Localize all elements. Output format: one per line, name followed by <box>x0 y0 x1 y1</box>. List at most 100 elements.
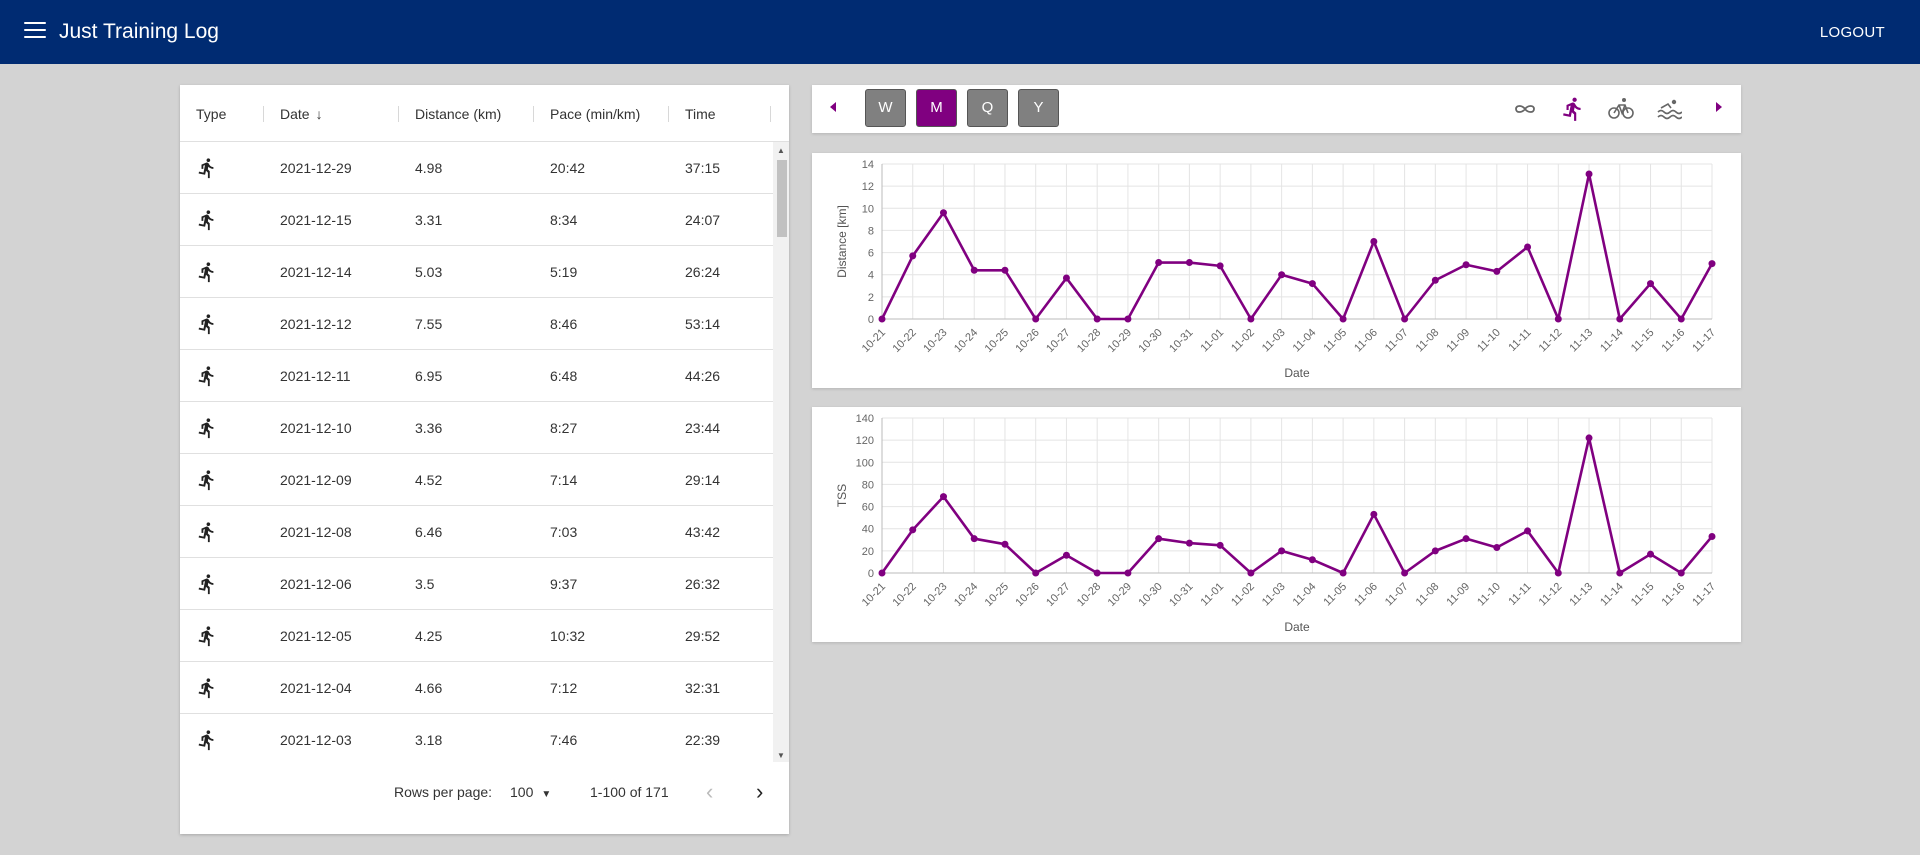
data-point[interactable] <box>1216 262 1224 270</box>
data-point[interactable] <box>1370 510 1378 518</box>
data-point[interactable] <box>1493 544 1501 552</box>
table-body: 2021-12-29 4.98 20:42 37:15 2021-12-15 3.31 8:… <box>180 142 773 762</box>
app-bar: Just Training Log LOGOUT <box>0 0 1920 64</box>
data-point[interactable] <box>970 266 978 274</box>
cell-distance: 6.46 <box>415 524 443 540</box>
logout-button[interactable]: LOGOUT <box>1820 24 1885 41</box>
data-point[interactable] <box>1401 569 1409 577</box>
period-week-button[interactable]: W <box>865 89 906 127</box>
data-point[interactable] <box>1616 569 1624 577</box>
cell-time: 26:32 <box>685 576 721 592</box>
data-point[interactable] <box>1308 280 1316 288</box>
data-point[interactable] <box>909 526 917 534</box>
previous-period-button[interactable] <box>830 102 836 112</box>
data-point[interactable] <box>1493 267 1501 275</box>
data-point[interactable] <box>1401 315 1409 323</box>
data-point[interactable] <box>1001 266 1009 274</box>
data-point[interactable] <box>1032 569 1040 577</box>
column-header-time[interactable]: Time <box>685 106 716 122</box>
data-point[interactable] <box>1462 535 1470 543</box>
data-point[interactable] <box>1062 274 1070 282</box>
data-point[interactable] <box>1278 271 1286 279</box>
data-point[interactable] <box>939 209 947 217</box>
table-row[interactable]: 2021-12-06 3.5 9:37 26:32 <box>180 558 773 610</box>
data-point[interactable] <box>878 569 886 577</box>
data-point[interactable] <box>1554 315 1562 323</box>
rows-per-page-select[interactable]: 100 ▼ <box>510 784 551 800</box>
data-point[interactable] <box>1647 550 1655 558</box>
column-header-pace[interactable]: Pace (min/km) <box>550 106 640 122</box>
menu-icon[interactable] <box>24 22 46 42</box>
data-point[interactable] <box>1370 238 1378 245</box>
data-point[interactable] <box>1216 541 1224 549</box>
x-tick-label: 10-23 <box>921 581 949 609</box>
data-point[interactable] <box>1032 315 1040 323</box>
data-point[interactable] <box>970 535 978 543</box>
bike-icon[interactable] <box>1608 96 1634 122</box>
data-point[interactable] <box>1708 532 1716 540</box>
table-row[interactable]: 2021-12-09 4.52 7:14 29:14 <box>180 454 773 506</box>
period-month-button[interactable]: M <box>916 89 957 127</box>
table-row[interactable]: 2021-12-08 6.46 7:03 43:42 <box>180 506 773 558</box>
data-point[interactable] <box>1431 547 1439 555</box>
period-year-button[interactable]: Y <box>1018 89 1059 127</box>
period-quarter-button[interactable]: Q <box>967 89 1008 127</box>
data-point[interactable] <box>1647 280 1655 288</box>
data-point[interactable] <box>1677 315 1685 323</box>
data-point[interactable] <box>1093 569 1101 577</box>
data-point[interactable] <box>878 315 886 323</box>
data-point[interactable] <box>1616 315 1624 323</box>
data-point[interactable] <box>1339 569 1347 577</box>
run-icon[interactable] <box>1560 96 1586 122</box>
data-point[interactable] <box>1185 539 1193 547</box>
scroll-down-icon[interactable]: ▼ <box>777 751 785 760</box>
table-row[interactable]: 2021-12-10 3.36 8:27 23:44 <box>180 402 773 454</box>
table-row[interactable]: 2021-12-11 6.95 6:48 44:26 <box>180 350 773 402</box>
x-tick-label: 11-09 <box>1444 327 1472 355</box>
data-point[interactable] <box>1308 556 1316 564</box>
data-point[interactable] <box>1247 569 1255 577</box>
column-header-distance[interactable]: Distance (km) <box>415 106 501 122</box>
x-tick-label: 11-03 <box>1260 581 1288 609</box>
next-page-button[interactable]: › <box>756 779 763 805</box>
column-header-date[interactable]: Date ↓ <box>280 106 323 122</box>
scroll-up-icon[interactable]: ▲ <box>777 146 785 155</box>
table-row[interactable]: 2021-12-12 7.55 8:46 53:14 <box>180 298 773 350</box>
scroll-thumb[interactable] <box>777 160 787 237</box>
data-point[interactable] <box>1001 540 1009 548</box>
data-point[interactable] <box>1155 535 1163 543</box>
previous-page-button[interactable]: ‹ <box>706 779 713 805</box>
column-header-type[interactable]: Type <box>196 106 226 122</box>
table-row[interactable]: 2021-12-05 4.25 10:32 29:52 <box>180 610 773 662</box>
swim-icon[interactable] <box>1656 96 1682 122</box>
cell-date: 2021-12-04 <box>280 680 352 696</box>
table-scrollbar[interactable]: ▲ ▼ <box>773 142 789 762</box>
data-point[interactable] <box>939 493 947 501</box>
table-row[interactable]: 2021-12-14 5.03 5:19 26:24 <box>180 246 773 298</box>
data-point[interactable] <box>1247 315 1255 323</box>
data-point[interactable] <box>909 252 917 260</box>
table-row[interactable]: 2021-12-29 4.98 20:42 37:15 <box>180 142 773 194</box>
data-point[interactable] <box>1677 569 1685 577</box>
table-row[interactable]: 2021-12-15 3.31 8:34 24:07 <box>180 194 773 246</box>
table-row[interactable]: 2021-12-03 3.18 7:46 22:39 <box>180 714 773 762</box>
data-point[interactable] <box>1278 547 1286 555</box>
table-row[interactable]: 2021-12-04 4.66 7:12 32:31 <box>180 662 773 714</box>
data-point[interactable] <box>1185 259 1193 267</box>
data-point[interactable] <box>1585 434 1593 442</box>
data-point[interactable] <box>1708 260 1716 268</box>
data-point[interactable] <box>1524 527 1532 535</box>
data-point[interactable] <box>1524 243 1532 251</box>
data-point[interactable] <box>1093 315 1101 323</box>
data-point[interactable] <box>1062 551 1070 559</box>
data-point[interactable] <box>1124 569 1132 577</box>
data-point[interactable] <box>1462 261 1470 269</box>
data-point[interactable] <box>1124 315 1132 323</box>
data-point[interactable] <box>1339 315 1347 323</box>
next-period-button[interactable] <box>1716 102 1722 112</box>
data-point[interactable] <box>1554 569 1562 577</box>
infinity-icon[interactable] <box>1512 96 1538 122</box>
data-point[interactable] <box>1155 259 1163 267</box>
data-point[interactable] <box>1431 276 1439 284</box>
data-point[interactable] <box>1585 170 1593 178</box>
